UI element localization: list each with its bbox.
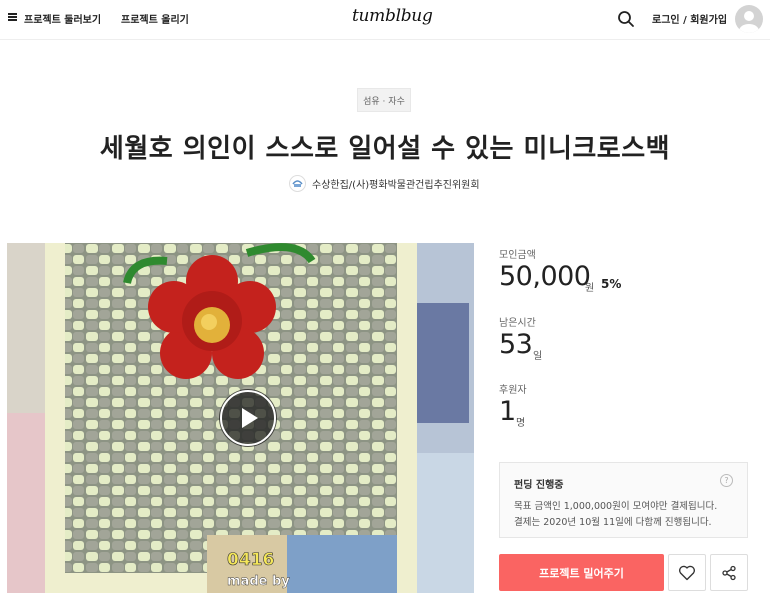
time-left-value: 53 (499, 329, 533, 360)
amount-unit: 원 (585, 283, 595, 294)
project-title: 세월호 의인이 스스로 일어설 수 있는 미니크로스백 (99, 134, 671, 164)
backers-label: 후원자 (499, 385, 527, 396)
creator-info[interactable]: 수상한집/(사)평화박물관건립추진위원회 (289, 175, 480, 192)
browse-projects-link[interactable]: 프로젝트 둘러보기 (24, 11, 101, 26)
heart-icon (678, 565, 696, 580)
photo-caption-number: 0416 (227, 550, 274, 570)
funding-info-box: 펀딩 진행중 ? 목표 금액인 1,000,000원이 모여야만 결제됩니다. … (499, 462, 748, 538)
amount-label: 모인금액 (499, 250, 536, 261)
funding-goal-notice: 목표 금액인 1,000,000원이 모여야만 결제됩니다. (514, 501, 718, 512)
share-icon (722, 565, 736, 580)
photo-caption-text: made by (227, 574, 290, 589)
play-button[interactable] (219, 389, 277, 447)
logo[interactable]: tumblbug (352, 6, 433, 26)
creator-logo-icon (289, 175, 306, 192)
avatar[interactable] (735, 5, 763, 33)
help-icon[interactable]: ? (720, 474, 733, 487)
funding-status-title: 펀딩 진행중 (514, 480, 564, 491)
category-badge[interactable]: 섬유 · 자수 (357, 88, 411, 112)
search-icon[interactable] (617, 10, 635, 28)
login-signup-link[interactable]: 로그인 / 회원가입 (652, 11, 727, 26)
backers-unit: 명 (516, 418, 526, 429)
menu-icon[interactable] (8, 13, 17, 21)
back-project-button[interactable]: 프로젝트 밀어주기 (499, 554, 664, 591)
backers-value: 1 (499, 396, 516, 427)
creator-name[interactable]: 수상한집/(사)평화박물관건립추진위원회 (312, 176, 480, 191)
project-video-thumbnail[interactable]: 0416 made by (7, 243, 474, 593)
payment-date-notice: 결제는 2020년 10월 11일에 다함께 진행됩니다. (514, 517, 712, 528)
funding-percent: 5% (601, 277, 622, 291)
amount-value: 50,000 (499, 261, 591, 292)
play-icon (220, 390, 276, 446)
upload-project-link[interactable]: 프로젝트 올리기 (121, 11, 189, 26)
like-button[interactable] (668, 554, 706, 591)
user-icon (739, 11, 759, 33)
time-left-label: 남은시간 (499, 318, 536, 329)
time-left-unit: 일 (533, 351, 543, 362)
top-navigation-bar: 프로젝트 둘러보기 프로젝트 올리기 tumblbug 로그인 / 회원가입 (0, 0, 770, 40)
share-button[interactable] (710, 554, 748, 591)
